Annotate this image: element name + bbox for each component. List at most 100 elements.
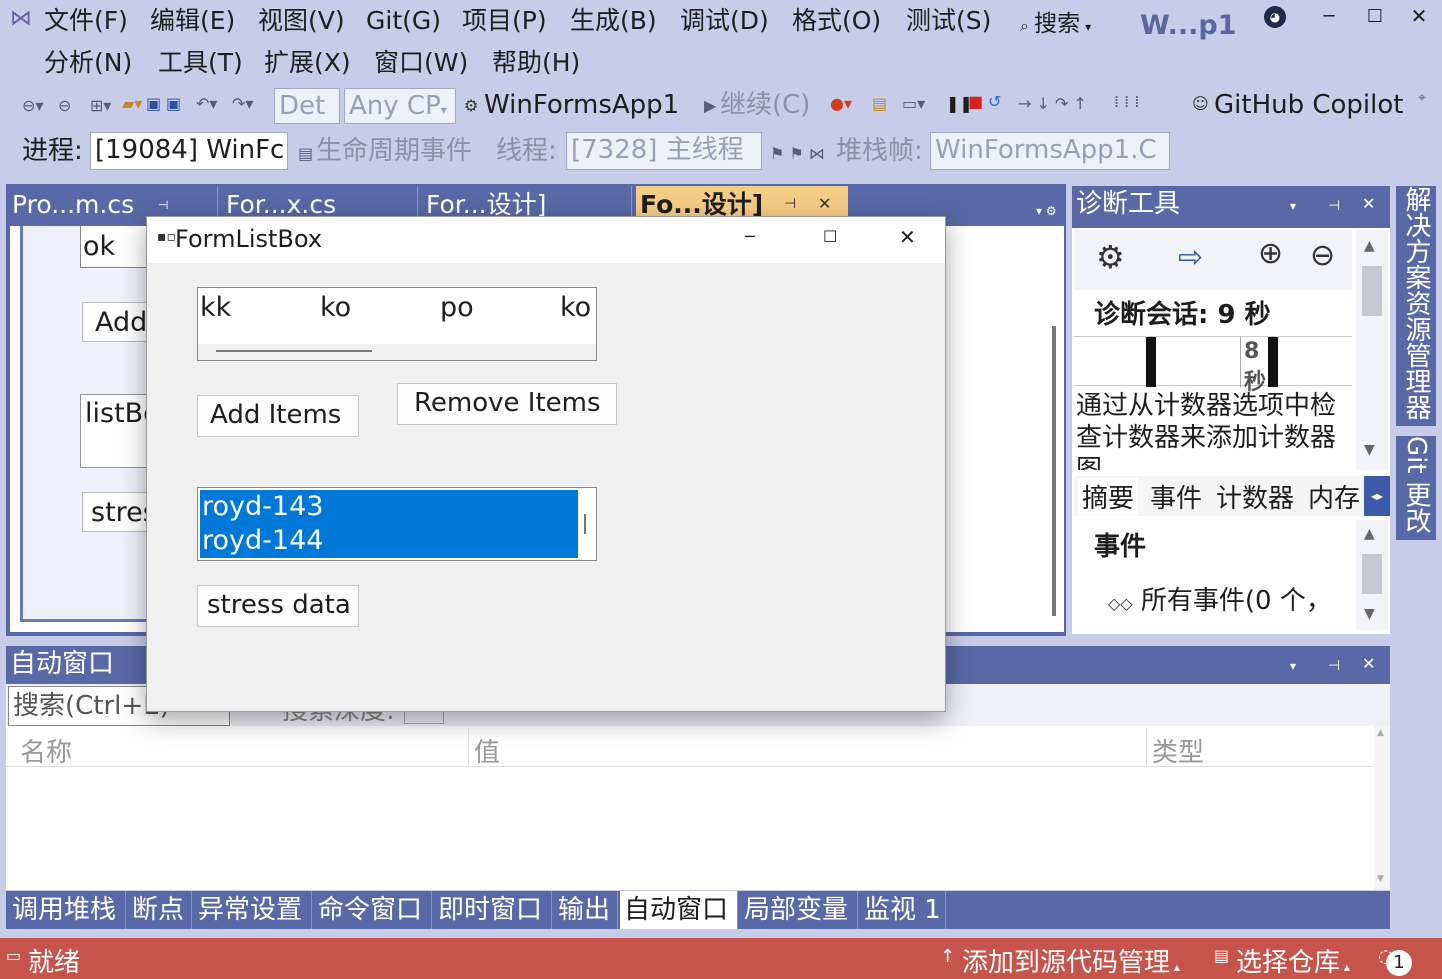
side-tab-solution-explorer[interactable]: 解决方案资源管理器 (1396, 186, 1436, 426)
copilot-button[interactable]: GitHub Copilot (1214, 88, 1403, 122)
layout-icons[interactable]: ⁞ ⁞ ⁞ (1114, 92, 1139, 112)
side-tab-git-changes[interactable]: Git 更改 (1396, 436, 1436, 540)
listview-hscroll[interactable] (198, 344, 596, 360)
close-icon[interactable]: ✕ (1404, 4, 1434, 28)
tab-scroll-icon[interactable]: ◂▸ (1364, 476, 1390, 516)
source-control-button[interactable]: 添加到源代码管理 ▴ (962, 942, 1180, 979)
menu-item[interactable]: 分析(N) (44, 48, 132, 78)
diag-scrollbar-top[interactable]: ▲ ▼ (1356, 230, 1388, 470)
window-icon[interactable]: ▭▾ (902, 94, 925, 114)
menu-item[interactable]: 帮助(H) (492, 48, 580, 78)
autos-scrollbar[interactable]: ▲ ▼ (1374, 726, 1390, 890)
startup-project[interactable]: WinFormsApp1 (484, 88, 679, 122)
process-select[interactable]: [19084] WinFc (90, 132, 288, 170)
menu-item[interactable]: 视图(V) (258, 6, 345, 36)
form-maximize-icon[interactable]: ☐ (823, 227, 837, 246)
form-listview[interactable]: kk ko po ko (197, 287, 597, 361)
menu-item[interactable]: 调试(D) (680, 6, 769, 36)
diag-close-icon[interactable]: ✕ (1362, 186, 1375, 222)
undo-icon[interactable]: ↶▾ (196, 94, 217, 114)
bottom-tab[interactable]: 局部变量 (740, 891, 858, 929)
repo-button[interactable]: 选择仓库 ▴ (1236, 942, 1350, 979)
menu-item[interactable]: 测试(S) (906, 6, 991, 36)
autos-column-type[interactable]: 类型 (1152, 732, 1204, 769)
maximize-icon[interactable]: ☐ (1360, 6, 1390, 27)
form-listbox[interactable]: royd-143 royd-144 (197, 487, 597, 561)
minimize-icon[interactable]: ─ (1314, 6, 1344, 27)
menu-item[interactable]: Git(G) (366, 6, 441, 36)
diag-pin-icon[interactable]: ⊣ (1328, 188, 1340, 224)
listbox-item[interactable]: royd-143 (202, 490, 323, 524)
save-icon[interactable]: ▣ (146, 94, 161, 114)
new-project-icon[interactable]: ⊞▾ (90, 96, 111, 116)
listbox-item[interactable]: royd-144 (202, 524, 323, 558)
diag-tab-events[interactable]: 事件 (1150, 478, 1202, 515)
zoom-in-icon[interactable]: ⊕ (1258, 236, 1283, 271)
designer-scrollbar[interactable] (1052, 326, 1056, 616)
config-select[interactable]: Det (274, 88, 340, 124)
forward-icon[interactable]: ⊖ (58, 96, 71, 116)
remove-items-button[interactable]: Remove Items (397, 383, 617, 425)
menu-item[interactable]: 扩展(X) (264, 48, 351, 78)
account-icon[interactable]: ◕ (1264, 6, 1286, 28)
pin-icon[interactable]: ⌖ (1418, 88, 1426, 108)
bottom-tab[interactable]: 监视 1 (860, 891, 946, 929)
diag-tab-counters[interactable]: 计数器 (1216, 478, 1294, 515)
autos-column-value[interactable]: 值 (474, 732, 500, 769)
bottom-tab[interactable]: 断点 (128, 891, 192, 929)
zoom-out-icon[interactable]: ⊖ (1310, 238, 1335, 273)
autos-close-icon[interactable]: ✕ (1362, 646, 1375, 682)
platform-select[interactable]: Any CP▾ (344, 88, 456, 124)
stress-data-button[interactable]: stress data (197, 585, 359, 627)
open-icon[interactable]: ▰▾ (122, 94, 142, 114)
menu-item[interactable]: 文件(F) (44, 6, 128, 36)
vs-logo-icon[interactable]: ⋈ (10, 6, 32, 31)
notification-badge[interactable]: 1 (1386, 950, 1412, 976)
menu-item[interactable]: 窗口(W) (374, 48, 468, 78)
continue-button[interactable]: 继续(C) (720, 88, 810, 122)
add-items-button[interactable]: Add Items (197, 395, 359, 437)
bottom-tab[interactable]: 输出 (554, 891, 618, 929)
menu-item[interactable]: 工具(T) (158, 48, 243, 78)
listbox-scrollbar[interactable] (584, 514, 586, 534)
bottom-tab[interactable]: 调用堆栈 (8, 891, 126, 929)
search-box[interactable]: ⌕ 搜索 ▾ (1020, 4, 1120, 37)
bottom-tab[interactable]: 命令窗口 (314, 891, 432, 929)
stop-icon[interactable]: ■ (968, 92, 983, 112)
bottom-tab[interactable]: 即时窗口 (434, 891, 552, 929)
form-close-icon[interactable]: ✕ (899, 225, 916, 249)
lifecycle-events[interactable]: 生命周期事件 (316, 134, 472, 168)
autos-menu-icon[interactable]: ▾ (1290, 648, 1296, 684)
play-icon[interactable]: ▶ (704, 96, 716, 116)
tab-close-icon[interactable]: ✕ (818, 194, 831, 213)
save-all-icon[interactable]: ▣ (166, 94, 181, 114)
diag-tab-summary[interactable]: 摘要 (1078, 478, 1139, 515)
tab-overflow-icon[interactable]: ▾ ⚙ (1036, 204, 1057, 218)
form-minimize-icon[interactable]: ─ (745, 227, 755, 246)
menu-item[interactable]: 项目(P) (462, 6, 547, 36)
export-icon[interactable]: ⇨ (1178, 240, 1203, 275)
thread-select[interactable]: [7328] 主线程 (566, 132, 762, 170)
browser-icon[interactable]: ▤ (872, 94, 887, 114)
restart-icon[interactable]: ↺ (988, 92, 1001, 112)
diag-tab-memory[interactable]: 内存 (1308, 478, 1364, 515)
flag-icons[interactable]: ⚑ ⚑ ⋈ (770, 144, 825, 164)
redo-icon[interactable]: ↷▾ (232, 94, 253, 114)
tab-pin-icon[interactable]: ⊣ (158, 198, 168, 212)
tab-pin-icon[interactable]: ⊣ (784, 196, 796, 212)
step-icons[interactable]: → ↓ ↷ ↑ (1018, 94, 1087, 114)
settings-gear-icon[interactable]: ⚙ (1096, 238, 1125, 276)
stack-select[interactable]: WinFormsApp1.C (930, 132, 1170, 170)
bottom-tab[interactable]: 自动窗口 (620, 891, 738, 929)
diag-all-events[interactable]: ◇◇ 所有事件(0 个， (1108, 580, 1348, 617)
back-icon[interactable]: ⊖▾ (22, 96, 43, 116)
menu-item[interactable]: 格式(O) (792, 6, 881, 36)
bottom-tab[interactable]: 异常设置 (194, 891, 312, 929)
menu-item[interactable]: 生成(B) (570, 6, 657, 36)
autos-column-name[interactable]: 名称 (20, 732, 72, 769)
diag-scrollbar-bottom[interactable]: ▲ ▼ (1356, 520, 1388, 630)
hot-reload-icon[interactable]: ●▾ (830, 94, 852, 114)
autos-pin-icon[interactable]: ⊣ (1328, 648, 1340, 684)
diag-menu-icon[interactable]: ▾ (1290, 188, 1296, 224)
menu-item[interactable]: 编辑(E) (150, 6, 235, 36)
